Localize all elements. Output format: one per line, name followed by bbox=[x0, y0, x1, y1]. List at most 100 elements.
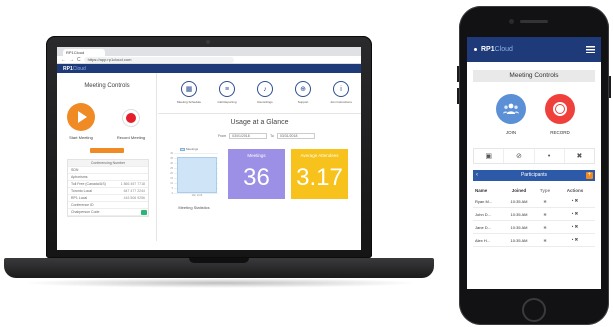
record-meeting-button[interactable] bbox=[122, 109, 140, 127]
legend-swatch bbox=[180, 147, 185, 151]
y-tick-label: 35 bbox=[170, 156, 173, 160]
y-tick-label: 30 bbox=[170, 161, 173, 165]
table-row[interactable]: Ryan M... 10:35 AM ✱ • ✖ bbox=[473, 195, 595, 208]
reload-icon[interactable]: C bbox=[77, 56, 81, 64]
mute-all-icon[interactable]: ⊘ bbox=[504, 149, 535, 163]
chevron-left-icon[interactable]: ‹ bbox=[476, 170, 478, 181]
close-icon[interactable]: ✖ bbox=[565, 149, 594, 163]
speaker-icon: ♪ bbox=[257, 81, 273, 97]
average-attendees-value: 3.17 bbox=[296, 164, 343, 191]
meeting-statistics-chart: Meetings Meeting Statistics 40 35 30 25 20 15… bbox=[166, 147, 222, 213]
logo-sub: Cloud bbox=[494, 46, 513, 53]
add-participant-button[interactable]: + bbox=[586, 172, 593, 179]
info-row: Chairperson Code bbox=[68, 209, 148, 216]
quick-action-label: Meeting Schedule bbox=[176, 100, 202, 104]
participants-bar: ‹ Participants + bbox=[473, 170, 595, 181]
quick-action-label: Call Reporting bbox=[217, 100, 237, 104]
logo-main: RP1 bbox=[481, 46, 495, 53]
join-button[interactable] bbox=[496, 94, 526, 124]
calendar-icon: ▦ bbox=[181, 81, 197, 97]
hamburger-menu-icon[interactable] bbox=[586, 46, 595, 53]
app-logo[interactable]: RP1Cloud bbox=[63, 66, 86, 72]
laptop-shadow bbox=[20, 278, 420, 288]
meeting-schedule-link[interactable]: ▦ Meeting Schedule bbox=[176, 81, 202, 104]
info-value: 1 866 457 7718 bbox=[120, 182, 145, 186]
home-button[interactable] bbox=[522, 298, 546, 322]
col-type: Type bbox=[539, 187, 551, 193]
gridline bbox=[174, 153, 218, 154]
info-table-header: Conferencing Number bbox=[68, 160, 148, 167]
quick-actions-row: ▦ Meeting Schedule ≡ Call Reporting ♪ Recor… bbox=[176, 81, 354, 104]
average-attendees-tile: Average Attendees 3.17 bbox=[291, 149, 348, 199]
logo-sub: Cloud bbox=[72, 65, 86, 72]
table-header: Name Joined Type Actions bbox=[473, 185, 595, 195]
table-row[interactable]: Jane D... 10:35 AM ✱ • ✖ bbox=[473, 221, 595, 234]
meetings-count: 36 bbox=[243, 164, 270, 191]
lock-icon[interactable]: ▣ bbox=[474, 149, 505, 163]
col-joined: Joined bbox=[511, 187, 527, 193]
back-icon[interactable]: ← bbox=[61, 56, 66, 64]
conferencing-info-table: Conferencing Number SDN Aphorisms Toll F… bbox=[67, 159, 149, 217]
meeting-controls-panel: Meeting Controls Start Meeting Record Me… bbox=[57, 73, 157, 241]
copy-code-button[interactable] bbox=[141, 210, 147, 215]
logo-dot bbox=[474, 48, 477, 51]
x-tick-label: Mar 2018 bbox=[191, 194, 203, 197]
call-reporting-link[interactable]: ≡ Call Reporting bbox=[214, 81, 240, 104]
from-label: From bbox=[218, 134, 227, 138]
phone-meeting-controls-title: Meeting Controls bbox=[473, 70, 595, 82]
record-icon bbox=[126, 113, 136, 123]
table-row[interactable]: Alex H... 10:35 AM ✱ • ✖ bbox=[473, 234, 595, 247]
info-label: SDN bbox=[71, 168, 79, 172]
participant-actions[interactable]: • ✖ bbox=[555, 211, 595, 217]
y-tick-label: 15 bbox=[170, 176, 173, 180]
dashboard-panel: ▦ Meeting Schedule ≡ Call Reporting ♪ Recor… bbox=[158, 73, 361, 241]
join-instructions-link[interactable]: i Join Instructions bbox=[328, 81, 354, 104]
support-link[interactable]: ⊕ Support bbox=[290, 81, 316, 104]
to-date-input[interactable]: 03/31/2018 bbox=[276, 133, 315, 139]
y-tick-label: 5 bbox=[171, 186, 173, 190]
meeting-controls-title: Meeting Controls bbox=[84, 83, 130, 89]
participant-type-icon: ✱ bbox=[543, 237, 547, 243]
participant-actions[interactable]: • ✖ bbox=[555, 224, 595, 230]
address-bar[interactable]: https://app.rp1cloud.com bbox=[83, 56, 234, 63]
volume-button bbox=[457, 66, 459, 82]
participant-name: John D... bbox=[475, 211, 492, 217]
quick-action-label: Support bbox=[297, 100, 309, 104]
participant-actions[interactable]: • ✖ bbox=[555, 198, 595, 204]
start-meeting-button[interactable] bbox=[67, 103, 95, 131]
volume-button bbox=[457, 88, 459, 104]
lifebuoy-icon: ⊕ bbox=[295, 81, 311, 97]
participants-table: Name Joined Type Actions Ryan M... 10:35… bbox=[473, 185, 595, 247]
y-tick-label: 0 bbox=[171, 191, 173, 195]
record-label: RECORD bbox=[550, 130, 570, 135]
from-date-input[interactable]: 03/01/2018 bbox=[229, 133, 268, 139]
meetings-tile-title: Meetings bbox=[247, 153, 266, 158]
table-row[interactable]: John D... 10:35 AM ✱ • ✖ bbox=[473, 208, 595, 221]
participant-type-icon: ✱ bbox=[543, 224, 547, 230]
play-icon bbox=[78, 111, 87, 123]
participant-name: Jane D... bbox=[475, 224, 492, 230]
info-label: Chairperson Code bbox=[71, 210, 100, 214]
info-value: 416 506 9256 bbox=[123, 196, 145, 200]
participant-joined: 10:35 AM bbox=[510, 224, 528, 230]
laptop-hinge-lip bbox=[189, 258, 249, 263]
phone-app-logo[interactable]: RP1Cloud bbox=[481, 46, 513, 53]
browser-tab-strip: RP1Cloud bbox=[57, 47, 361, 56]
participant-type-icon: ✱ bbox=[543, 198, 547, 204]
info-icon: i bbox=[333, 81, 349, 97]
col-actions: Actions bbox=[566, 187, 584, 193]
info-value: 647 477 2244 bbox=[123, 189, 145, 193]
col-name: Name bbox=[475, 187, 488, 193]
app-header: RP1Cloud bbox=[57, 64, 361, 73]
forward-icon[interactable]: → bbox=[69, 56, 74, 64]
participants-title: Participants bbox=[520, 172, 548, 178]
to-label: To bbox=[270, 134, 274, 138]
mic-icon[interactable]: • bbox=[535, 149, 565, 163]
y-tick-label: 10 bbox=[170, 181, 173, 185]
participant-actions[interactable]: • ✖ bbox=[555, 237, 595, 243]
chart-bar bbox=[177, 157, 217, 193]
participant-type-icon: ✱ bbox=[543, 211, 547, 217]
recordings-link[interactable]: ♪ Recordings bbox=[252, 81, 278, 104]
phone-record-button[interactable] bbox=[545, 94, 575, 124]
info-label: Toll Free (Canada/US) bbox=[71, 182, 106, 186]
